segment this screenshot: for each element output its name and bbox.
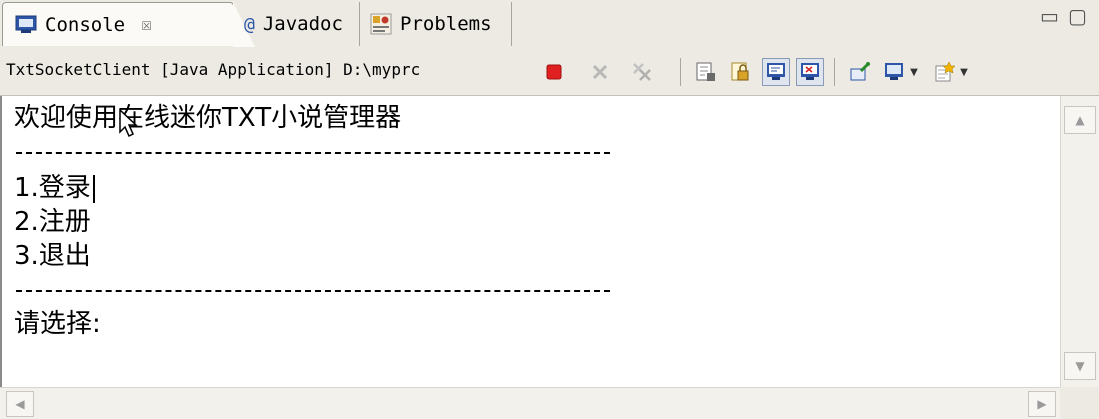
scroll-right-button[interactable]: ▶ <box>1028 391 1056 417</box>
horizontal-scrollbar[interactable]: ◀ ▶ <box>0 387 1060 419</box>
menu-item-register: 2.注册 <box>14 207 91 237</box>
arrow-left-icon: ◀ <box>15 397 25 411</box>
divider-line <box>16 152 610 154</box>
scroll-up-button[interactable]: ▲ <box>1064 106 1096 134</box>
display-console-icon <box>885 63 903 80</box>
welcome-line: 欢迎使用在线迷你TXT小说管理器 <box>14 103 402 133</box>
terminate-icon <box>546 64 562 80</box>
tab-problems-label: Problems <box>400 13 492 35</box>
arrow-down-icon: ▼ <box>1075 359 1085 373</box>
chevron-down-icon: ▼ <box>960 66 968 78</box>
show-when-stderr-button[interactable] <box>796 58 824 86</box>
word-wrap-button[interactable] <box>726 58 754 86</box>
tab-console[interactable]: Console ☒ <box>2 2 255 47</box>
problems-icon <box>370 13 392 35</box>
close-icon[interactable]: ☒ <box>141 14 152 35</box>
tab-problems[interactable]: Problems <box>362 2 512 46</box>
tab-console-label: Console <box>45 13 126 36</box>
show-when-stdout-icon <box>767 63 785 80</box>
scroll-lock-button[interactable] <box>692 58 720 86</box>
display-console-dropdown[interactable]: ▼ <box>906 58 922 86</box>
console-output[interactable]: 欢迎使用在线迷你TXT小说管理器 1.登录 2.注册 3.退出 请选择: <box>0 96 1060 387</box>
menu-item-login: 1.登录 <box>14 172 95 204</box>
text-caret <box>92 174 95 203</box>
divider-line <box>16 290 610 292</box>
minimize-icon[interactable]: ▭ <box>1040 4 1059 28</box>
menu-item-exit: 3.退出 <box>14 241 91 271</box>
process-label: TxtSocketClient [Java Application] D:\my… <box>6 60 421 79</box>
chevron-down-icon: ▼ <box>910 66 918 78</box>
show-when-stderr-icon <box>801 63 819 80</box>
remove-launch-icon <box>592 64 608 80</box>
toolbar-separator <box>680 58 681 86</box>
open-console-dropdown[interactable]: ▼ <box>956 58 972 86</box>
word-wrap-icon <box>731 62 749 81</box>
scroll-down-button[interactable]: ▼ <box>1064 352 1096 380</box>
toolbar-separator <box>834 58 835 86</box>
console-icon <box>15 15 37 35</box>
open-console-icon <box>935 61 955 82</box>
tab-javadoc-label: Javadoc <box>262 13 343 35</box>
prompt-line: 请选择: <box>14 309 101 339</box>
pin-console-icon <box>850 62 870 81</box>
at-icon: @ <box>244 13 255 35</box>
scroll-lock-icon <box>696 62 715 81</box>
remove-all-terminated-icon <box>633 63 651 81</box>
remove-all-terminated-button[interactable] <box>628 58 656 86</box>
pin-console-button[interactable] <box>846 58 874 86</box>
terminate-button[interactable] <box>540 58 568 86</box>
arrow-right-icon: ▶ <box>1037 397 1047 411</box>
arrow-up-icon: ▲ <box>1075 113 1085 127</box>
maximize-icon[interactable]: ▢ <box>1068 4 1087 28</box>
mouse-pointer-icon <box>119 108 138 138</box>
vertical-scrollbar[interactable]: ▲ ▼ <box>1060 96 1099 387</box>
open-console-button[interactable] <box>930 58 958 86</box>
tab-javadoc[interactable]: @ Javadoc <box>236 2 360 46</box>
remove-launch-button[interactable] <box>586 58 614 86</box>
view-tab-bar: Console ☒ @ Javadoc Problems ▭ ▢ <box>0 0 1099 48</box>
scroll-left-button[interactable]: ◀ <box>6 391 34 417</box>
console-toolbar: TxtSocketClient [Java Application] D:\my… <box>0 48 1099 96</box>
show-when-stdout-button[interactable] <box>762 58 790 86</box>
scrollbar-corner <box>1060 387 1099 419</box>
display-console-button[interactable] <box>880 58 908 86</box>
